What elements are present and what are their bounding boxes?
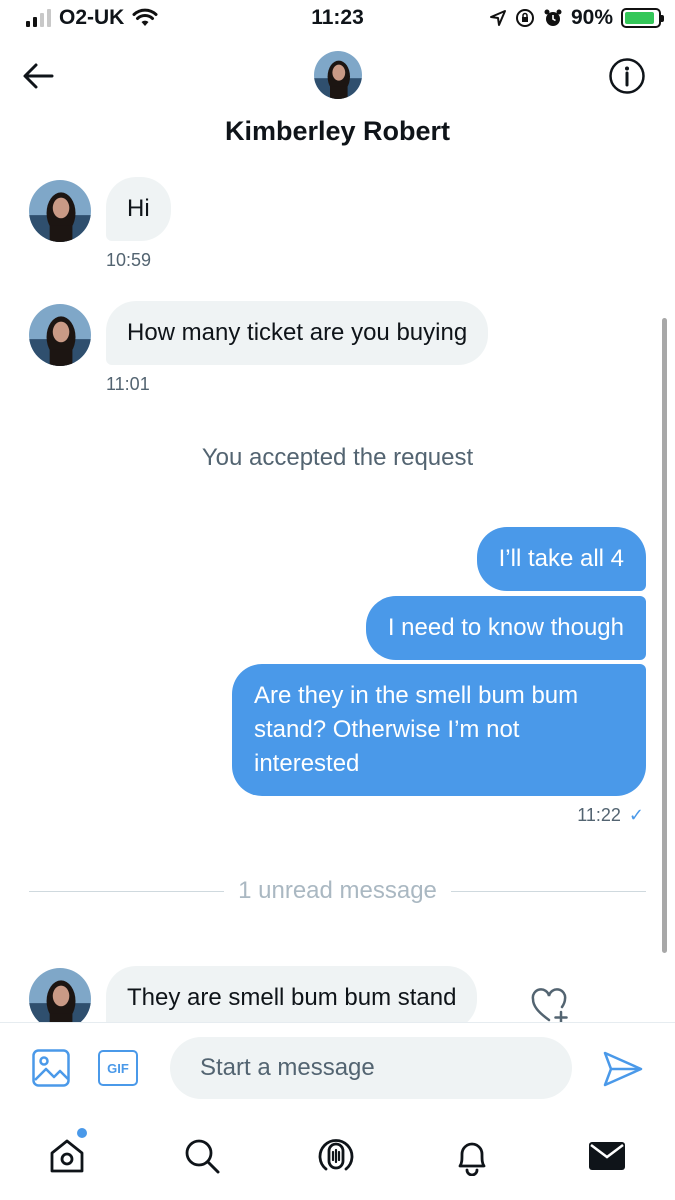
tab-spaces[interactable]: [314, 1134, 358, 1178]
heart-plus-icon: [531, 988, 568, 1025]
gif-button[interactable]: GIF: [98, 1050, 138, 1086]
request-accepted-note: You accepted the request: [201, 444, 474, 471]
home-icon: [50, 1139, 84, 1173]
send-icon: [603, 1051, 643, 1087]
alarm-icon: [544, 9, 562, 26]
read-check-icon: ✓: [628, 805, 644, 825]
back-button[interactable]: [18, 58, 58, 94]
contact-avatar[interactable]: [314, 51, 362, 99]
info-icon: [609, 58, 645, 94]
envelope-icon: [589, 1142, 625, 1170]
message-timestamp: 10:59: [106, 250, 152, 270]
message-composer: GIF: [0, 1022, 675, 1116]
sent-status: 11:22 ✓: [577, 805, 644, 826]
tab-notifications[interactable]: [450, 1134, 494, 1178]
unread-label: 1 unread message: [238, 877, 437, 904]
info-button[interactable]: [607, 56, 647, 96]
avatar-image: [314, 51, 362, 99]
tab-messages[interactable]: [585, 1134, 629, 1178]
message-timestamp: 11:22: [577, 805, 621, 825]
unread-divider: 1 unread message: [29, 874, 647, 908]
message-timestamp: 11:01: [106, 374, 150, 394]
sender-avatar[interactable]: [29, 304, 91, 366]
incoming-message-bubble[interactable]: Hi: [106, 177, 171, 241]
message-input[interactable]: [170, 1037, 572, 1099]
add-image-button[interactable]: [31, 1048, 71, 1088]
rotation-lock-icon: [515, 9, 534, 27]
tab-search[interactable]: [180, 1134, 224, 1178]
battery-icon: [621, 8, 664, 28]
react-button[interactable]: [530, 988, 570, 1025]
contact-name[interactable]: Kimberley Robert: [0, 116, 675, 147]
avatar-image: [29, 968, 91, 1030]
location-icon: [489, 10, 506, 26]
conversation-header: Kimberley Robert: [0, 40, 675, 165]
incoming-message-bubble[interactable]: How many ticket are you buying: [106, 301, 489, 365]
status-bar: O2-UK 11:23 90%: [0, 0, 675, 40]
divider-line: [29, 890, 225, 892]
bell-icon: [458, 1142, 486, 1176]
search-icon: [185, 1139, 220, 1174]
outgoing-message-bubble[interactable]: I’ll take all 4: [476, 527, 646, 591]
divider-line: [450, 890, 647, 892]
bottom-tab-bar: [0, 1116, 675, 1200]
arrow-left-icon: [23, 63, 54, 89]
battery-percent: 90%: [570, 6, 613, 29]
incoming-message-bubble[interactable]: They are smell bum bum stand: [106, 966, 478, 1030]
send-button[interactable]: [602, 1049, 644, 1089]
outgoing-message-bubble[interactable]: Are they in the smell bum bum stand? Oth…: [232, 664, 646, 796]
tab-home[interactable]: [45, 1134, 89, 1178]
sender-avatar[interactable]: [29, 968, 91, 1030]
status-right: 90%: [489, 6, 664, 30]
notification-dot: [77, 1128, 87, 1138]
avatar-image: [29, 180, 91, 242]
image-icon: [32, 1049, 70, 1087]
sender-avatar[interactable]: [29, 180, 91, 242]
scrollbar[interactable]: [662, 318, 667, 953]
outgoing-message-bubble[interactable]: I need to know though: [365, 596, 646, 660]
avatar-image: [29, 304, 91, 366]
spaces-icon: [318, 1139, 354, 1171]
